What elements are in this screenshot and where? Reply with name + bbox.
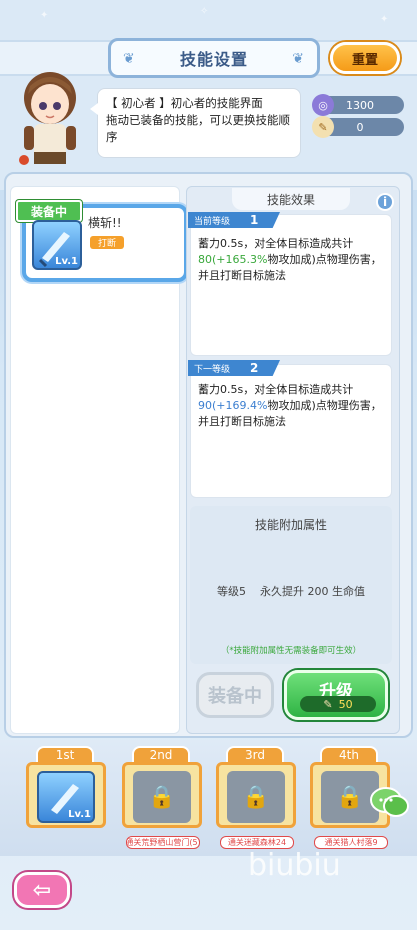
desc-text: 蓄力0.5s，对全体目标造成共计 [198, 237, 354, 250]
currency-value: 1300 [346, 98, 374, 112]
star-decoration: ✦ [40, 10, 49, 21]
equip-button-label: 装备中 [208, 686, 262, 707]
currency-counter: ◎ 1300 [312, 94, 404, 116]
scroll-value: 0 [356, 120, 364, 134]
current-level-label: 当前等级 [194, 216, 231, 227]
reset-button-label: 重置 [351, 52, 378, 68]
next-level-description: 蓄力0.5s，对全体目标造成共计90(+169.4%物攻加成)点物理伤害，并且打… [198, 382, 388, 430]
skill-type-badge: 打断 [90, 236, 124, 249]
upgrade-cost: ✎ 50 [300, 696, 376, 712]
slot-frame: 🔒 [122, 762, 202, 828]
current-level-number: 1 [250, 213, 259, 227]
ornament-icon: ❦ [292, 51, 305, 67]
upgrade-cost-value: 50 [338, 697, 353, 711]
next-level-label: 下一等级 [194, 364, 231, 375]
chat-icon[interactable] [370, 786, 410, 820]
lock-icon: 🔒 [133, 771, 191, 823]
back-arrow-icon: ⇦ [32, 877, 52, 903]
watermark-text: biubiu [248, 848, 341, 883]
attribute-bonus: 永久提升 200 生命值 [260, 585, 365, 598]
slot-skill-icon[interactable]: Lv.1 [37, 771, 95, 823]
skill-slot-1[interactable]: 1st Lv.1 [26, 746, 106, 846]
skill-level: Lv.1 [55, 256, 78, 267]
scroll-counter: ✎ 0 [312, 116, 404, 138]
attribute-note: （*技能附加属性无需装备即可生效） [220, 646, 362, 656]
current-level-ribbon: 当前等级 1 [188, 212, 280, 228]
equipped-tag: 装备中 [16, 200, 82, 222]
star-decoration: ✦ [380, 14, 389, 25]
intro-bubble: 【 初心者 】初心者的技能界面 拖动已装备的技能，可以更换技能顺序 [90, 88, 301, 158]
back-button[interactable]: ⇦ [14, 872, 70, 908]
reset-button[interactable]: 重置 [330, 42, 400, 74]
damage-value: 90 [198, 399, 212, 412]
equipped-tag-label: 装备中 [30, 204, 67, 219]
slot-frame: Lv.1 [26, 762, 106, 828]
intro-line-2: 拖动已装备的技能，可以更换技能顺序 [106, 113, 290, 144]
equip-button[interactable]: 装备中 [196, 672, 274, 718]
damage-value: 80 [198, 253, 212, 266]
lock-icon: 🔒 [227, 771, 285, 823]
character-avatar [19, 72, 76, 165]
intro-line-1: 【 初心者 】初心者的技能界面 [106, 96, 263, 110]
scroll-icon: ✎ [312, 116, 334, 138]
skill-name: 横斩!! [88, 216, 122, 230]
skill-icon[interactable]: Lv.1 [32, 220, 82, 270]
next-level-number: 2 [250, 361, 259, 375]
effect-heading: 技能效果 [232, 188, 350, 210]
ornament-icon: ❦ [123, 51, 136, 67]
current-level-description: 蓄力0.5s，对全体目标造成共计80(+165.3%物攻加成)点物理伤害，并且打… [198, 236, 388, 284]
star-decoration: ✧ [200, 6, 209, 17]
damage-percent: (+165.3% [212, 253, 268, 266]
attribute-level: 等级5 [217, 585, 246, 598]
skill-slot-2[interactable]: 2nd 🔒 通关荒野栖山营门(5) [122, 746, 202, 849]
attribute-text: 等级5 永久提升 200 生命值 [190, 583, 392, 599]
upgrade-button[interactable]: 升级 [284, 670, 388, 720]
attribute-title: 技能附加属性 [254, 518, 327, 532]
scroll-icon: ✎ [323, 697, 333, 711]
desc-text: 蓄力0.5s，对全体目标造成共计 [198, 383, 354, 396]
coin-icon: ◎ [312, 94, 334, 116]
page-title: ❦ 技能设置 ❦ [108, 38, 320, 78]
info-icon[interactable]: i [376, 193, 394, 211]
next-level-ribbon: 下一等级 2 [188, 360, 280, 376]
slot-unlock-caption: 通关荒野栖山营门(5) [126, 836, 200, 849]
damage-percent: (+169.4% [212, 399, 268, 412]
slot-level: Lv.1 [68, 809, 91, 820]
slot-frame: 🔒 [216, 762, 296, 828]
page-title-text: 技能设置 [179, 50, 248, 69]
skill-slot-3[interactable]: 3rd 🔒 通关迷藏森林24 [216, 746, 296, 849]
